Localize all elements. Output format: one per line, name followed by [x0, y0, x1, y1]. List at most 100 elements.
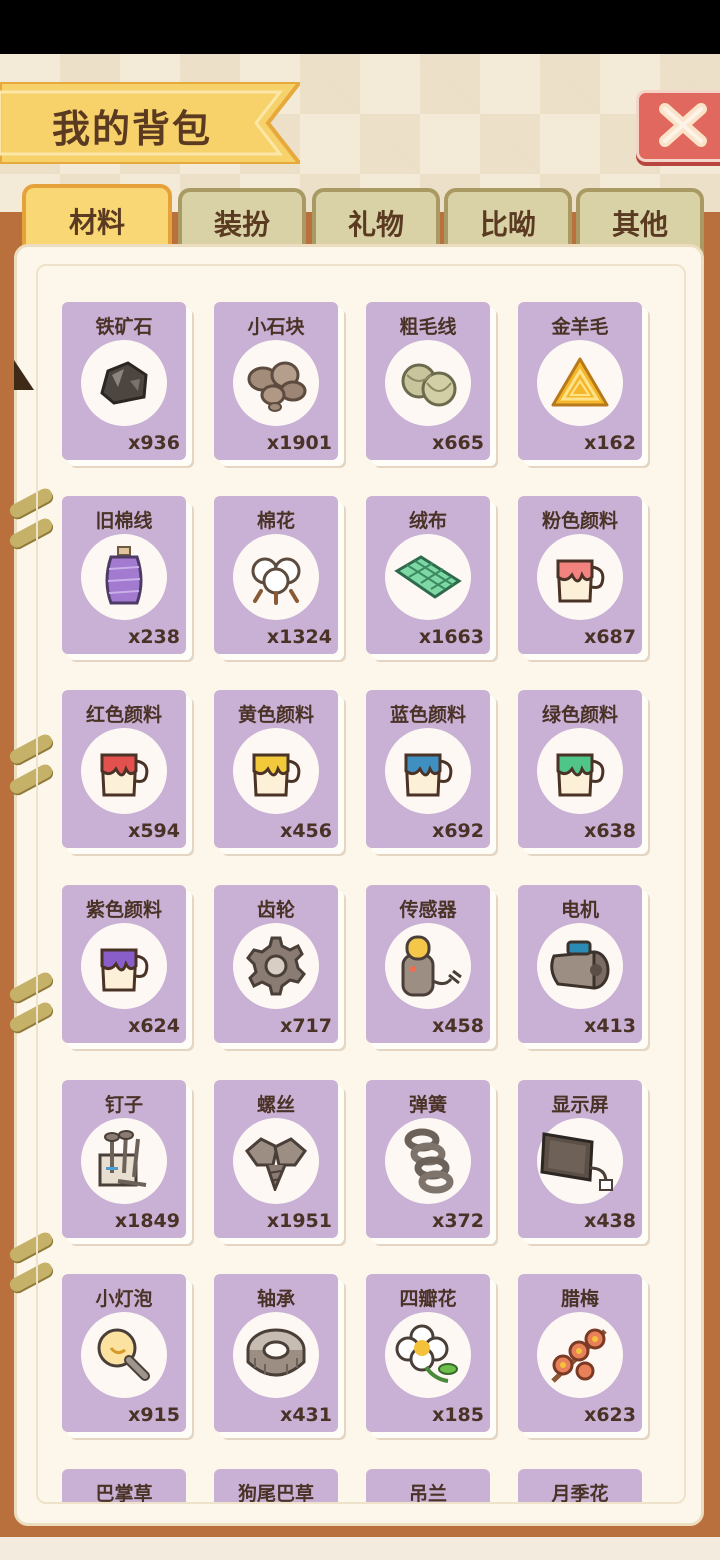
inventory-item-card[interactable]: 红色颜料 x594	[62, 690, 186, 848]
inventory-item-card[interactable]: 旧棉线 x238	[62, 496, 186, 654]
item-name: 小石块	[247, 316, 305, 338]
item-count: x936	[128, 432, 180, 454]
paint-bucket-icon	[537, 534, 623, 620]
inventory-item-card[interactable]: 狗尾巴草	[214, 1469, 338, 1504]
item-name: 弹簧	[408, 1094, 447, 1116]
item-count: x431	[280, 1404, 332, 1426]
four-petal-flower-icon	[385, 1312, 471, 1398]
item-name: 棉花	[256, 510, 295, 532]
inventory-item-card[interactable]: 齿轮 x717	[214, 885, 338, 1043]
item-name: 粗毛线	[399, 316, 457, 338]
inventory-item-card[interactable]: 蓝色颜料 x692	[366, 690, 490, 848]
inventory-item-card[interactable]: 绿色颜料 x638	[518, 690, 642, 848]
inventory-item-card[interactable]: 粉色颜料 x687	[518, 496, 642, 654]
page-title: 我的背包	[52, 107, 213, 151]
panel-notch	[14, 360, 34, 390]
inventory-item-card[interactable]: 巴掌草	[62, 1469, 186, 1504]
inventory-item-card[interactable]: 腊梅 x623	[518, 1274, 642, 1432]
bearing-icon	[233, 1312, 319, 1398]
inventory-item-card[interactable]: 月季花	[518, 1469, 642, 1502]
inventory-item-card[interactable]: 小灯泡 x915	[62, 1274, 186, 1432]
item-name: 四瓣花	[399, 1288, 457, 1310]
tab-label: 礼物	[347, 208, 404, 241]
tab-label: 装扮	[213, 208, 270, 241]
item-count: x638	[584, 820, 636, 842]
inventory-item-card[interactable]: 小石块 x1901	[214, 302, 338, 460]
item-count: x692	[432, 820, 484, 842]
inventory-item-card[interactable]: 紫色颜料 x624	[62, 885, 186, 1043]
inventory-item-card[interactable]: 电机 x413	[518, 885, 642, 1043]
sensor-icon	[385, 923, 471, 1009]
item-name: 电机	[560, 899, 599, 921]
inventory-item-card[interactable]: 棉花 x1324	[214, 496, 338, 654]
gear-icon	[233, 923, 319, 1009]
cotton-icon	[233, 534, 319, 620]
item-name: 螺丝	[256, 1094, 295, 1116]
inventory-item-card[interactable]: 四瓣花 x185	[366, 1274, 490, 1432]
nails-icon	[81, 1118, 167, 1204]
item-name: 蓝色颜料	[389, 704, 466, 726]
tab-label: 其他	[611, 208, 668, 241]
item-name: 红色颜料	[85, 704, 162, 726]
item-name: 巴掌草	[95, 1483, 153, 1504]
bottom-strip	[0, 1537, 720, 1560]
item-name: 显示屏	[551, 1094, 609, 1116]
paint-bucket-icon	[385, 728, 471, 814]
velvet-cloth-icon	[385, 534, 471, 620]
item-count: x185	[432, 1404, 484, 1426]
item-name: 粉色颜料	[541, 510, 618, 532]
inventory-item-card[interactable]: 粗毛线 x665	[366, 302, 490, 460]
item-count: x1901	[266, 432, 332, 454]
item-count: x458	[432, 1015, 484, 1037]
item-count: x665	[432, 432, 484, 454]
item-name: 绿色颜料	[541, 704, 618, 726]
close-button[interactable]	[636, 90, 720, 162]
inventory-item-card[interactable]: 传感器 x458	[366, 885, 490, 1043]
stones-icon	[233, 340, 319, 426]
inventory-item-card[interactable]: 轴承 x431	[214, 1274, 338, 1432]
item-count: x915	[128, 1404, 180, 1426]
tab-label: 比呦	[479, 208, 536, 241]
item-name: 小灯泡	[95, 1288, 153, 1310]
status-bar	[0, 0, 720, 54]
item-name: 铁矿石	[95, 316, 153, 338]
screws-icon	[233, 1118, 319, 1204]
spring-icon	[385, 1118, 471, 1204]
item-count: x1849	[114, 1210, 180, 1232]
motor-icon	[537, 923, 623, 1009]
paint-bucket-icon	[81, 923, 167, 1009]
inventory-item-card[interactable]: 吊兰	[366, 1469, 490, 1504]
inventory-item-card[interactable]: 铁矿石 x936	[62, 302, 186, 460]
item-name: 狗尾巴草	[237, 1483, 314, 1504]
inventory-item-card[interactable]: 弹簧 x372	[366, 1080, 490, 1238]
item-count: x162	[584, 432, 636, 454]
light-bulb-icon	[81, 1312, 167, 1398]
item-count: x624	[128, 1015, 180, 1037]
item-count: x623	[584, 1404, 636, 1426]
item-count: x1951	[266, 1210, 332, 1232]
item-count: x1663	[418, 626, 484, 648]
thread-spool-icon	[81, 534, 167, 620]
inventory-item-card[interactable]: 显示屏 x438	[518, 1080, 642, 1238]
tab-label: 材料	[68, 206, 125, 239]
item-name: 旧棉线	[95, 510, 153, 532]
item-count: x438	[584, 1210, 636, 1232]
inventory-item-card[interactable]: 绒布 x1663	[366, 496, 490, 654]
yarn-icon	[385, 340, 471, 426]
item-name: 轴承	[256, 1288, 295, 1310]
item-name: 紫色颜料	[85, 899, 162, 921]
item-name: 齿轮	[256, 899, 295, 921]
item-name: 传感器	[399, 899, 457, 921]
item-count: x594	[128, 820, 180, 842]
inventory-item-card[interactable]: 钉子 x1849	[62, 1080, 186, 1238]
item-count: x413	[584, 1015, 636, 1037]
golden-fleece-icon	[537, 340, 623, 426]
item-name: 吊兰	[408, 1483, 447, 1504]
item-name: 腊梅	[560, 1288, 599, 1310]
item-name: 钉子	[104, 1094, 143, 1116]
display-screen-icon	[537, 1118, 623, 1204]
inventory-item-card[interactable]: 螺丝 x1951	[214, 1080, 338, 1238]
inventory-item-card[interactable]: 黄色颜料 x456	[214, 690, 338, 848]
inventory-item-card[interactable]: 金羊毛 x162	[518, 302, 642, 460]
item-count: x1324	[266, 626, 332, 648]
